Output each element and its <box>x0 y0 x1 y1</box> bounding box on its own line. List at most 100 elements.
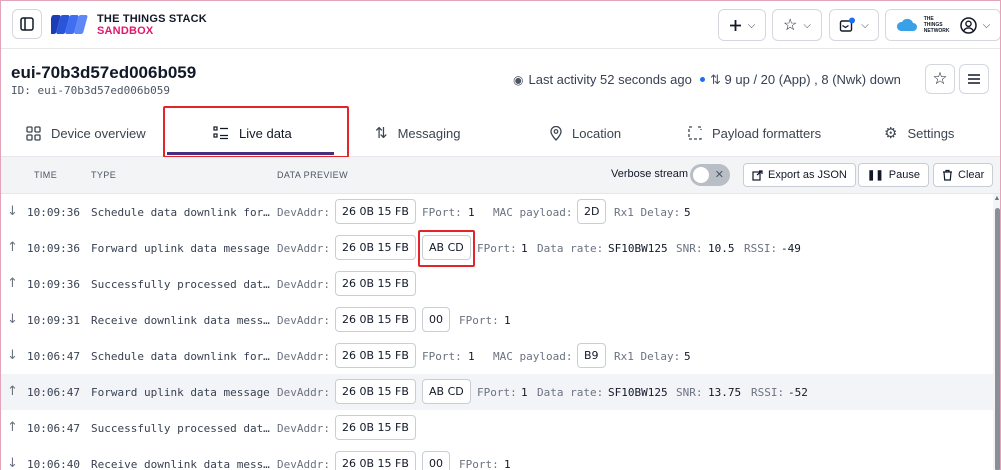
rssi-value: -52 <box>788 386 808 399</box>
tab-label: Settings <box>907 125 955 141</box>
event-type: Forward uplink data message <box>91 242 270 255</box>
table-row[interactable]: ↓ 10:06:40 Receive downlink data mess… D… <box>1 446 994 470</box>
up-down-icon: ⇅ <box>375 125 388 142</box>
scroll-up-arrow-icon[interactable]: ▲ <box>993 195 1000 202</box>
devaddr-value: 26 0B 15 FB <box>335 271 416 296</box>
table-row[interactable]: ↑ 10:09:36 Forward uplink data message D… <box>1 230 994 266</box>
event-time: 10:09:31 <box>27 314 80 327</box>
tab-location[interactable]: Location <box>550 109 621 157</box>
payload-value: 00 <box>422 307 450 332</box>
devaddr-label: DevAddr: <box>277 458 330 470</box>
devaddr-label: DevAddr: <box>277 386 330 399</box>
user-icon <box>959 16 977 34</box>
last-activity-text: Last activity 52 seconds ago <box>528 72 692 87</box>
verbose-stream-toggle[interactable]: ✕ <box>690 164 730 186</box>
payload-value: 00 <box>422 451 450 470</box>
data-rate-value: SF10BW125 <box>608 386 668 399</box>
clear-label: Clear <box>958 169 985 181</box>
data-rate-value: SF10BW125 <box>608 242 668 255</box>
fport-value: 1 <box>468 206 475 219</box>
devaddr-value: 26 0B 15 FB <box>335 235 416 260</box>
message-counts: ⇅ 9 up / 20 (App) , 8 (Nwk) down <box>710 72 901 88</box>
table-row[interactable]: ↓ 10:09:36 Schedule data downlink for… D… <box>1 194 994 230</box>
verbose-stream-label: Verbose stream <box>611 168 689 180</box>
arrow-up-icon: ↑ <box>7 420 18 435</box>
sidebar-toggle-button[interactable] <box>12 9 42 39</box>
bookmarks-dropdown-button[interactable]: ☆ ⌵ <box>772 9 822 41</box>
table-row[interactable]: ↓ 10:09:31 Receive downlink data mess… D… <box>1 302 994 338</box>
arrow-up-icon: ↑ <box>7 384 18 399</box>
table-row[interactable]: ↑ 10:09:36 Successfully processed dat… D… <box>1 266 994 302</box>
star-icon: ☆ <box>783 17 798 34</box>
rx1-delay-label: Rx1 Delay: <box>614 206 681 219</box>
event-type: Receive downlink data mess… <box>91 314 270 327</box>
notifications-icon <box>840 17 856 32</box>
rx1-delay-label: Rx1 Delay: <box>614 350 681 363</box>
rx1-delay-value: 5 <box>684 350 691 363</box>
devaddr-label: DevAddr: <box>277 206 330 219</box>
table-row[interactable]: ↑ 10:06:47 Successfully processed dat… D… <box>1 410 994 446</box>
event-time: 10:06:47 <box>27 386 80 399</box>
arrow-down-icon: ↓ <box>7 312 18 327</box>
code-bracket-icon <box>688 126 702 140</box>
fport-label: FPort: <box>459 458 499 470</box>
scrollbar-thumb[interactable] <box>995 208 1000 470</box>
arrow-down-icon: ↓ <box>7 456 18 470</box>
arrow-up-icon: ↑ <box>7 276 18 291</box>
fport-label: FPort: <box>459 314 499 327</box>
pause-button[interactable]: ❚❚ Pause <box>858 163 929 187</box>
data-rate-label: Data rate: <box>537 386 604 399</box>
mac-payload-value: 2D <box>577 199 607 224</box>
devaddr-label: DevAddr: <box>277 422 330 435</box>
event-type: Successfully processed dat… <box>91 422 270 435</box>
highlight-box-live-data-tab <box>163 106 349 158</box>
device-tabs: Device overview Live data ⇅ Messaging Lo… <box>1 109 1000 157</box>
arrow-up-icon: ↑ <box>7 240 18 255</box>
cloud-icon <box>896 18 917 31</box>
column-header-data-preview: DATA PREVIEW <box>277 170 348 180</box>
devaddr-label: DevAddr: <box>277 278 330 291</box>
event-time: 10:06:47 <box>27 422 80 435</box>
devaddr-value: 26 0B 15 FB <box>335 451 416 470</box>
tab-device-overview[interactable]: Device overview <box>26 109 146 157</box>
add-dropdown-button[interactable]: ⌵ <box>718 9 766 41</box>
fport-label: FPort: <box>477 386 517 399</box>
devaddr-value: 26 0B 15 FB <box>335 415 416 440</box>
fport-label: FPort: <box>477 242 517 255</box>
snr-value: 13.75 <box>708 386 742 399</box>
export-json-button[interactable]: Export as JSON <box>743 163 856 187</box>
highlight-box-payload <box>418 230 475 267</box>
star-icon: ☆ <box>932 69 948 88</box>
event-type: Forward uplink data message <box>91 386 270 399</box>
tab-label: Payload formatters <box>712 125 822 141</box>
star-device-button[interactable]: ☆ <box>925 64 955 94</box>
gear-icon: ⚙ <box>884 125 898 142</box>
device-menu-button[interactable] <box>959 64 989 94</box>
devaddr-label: DevAddr: <box>277 314 330 327</box>
table-row[interactable]: ↓ 10:06:47 Schedule data downlink for… D… <box>1 338 994 374</box>
rssi-value: -49 <box>781 242 801 255</box>
message-counts-text: 9 up / 20 (App) , 8 (Nwk) down <box>724 72 901 87</box>
tab-label: Device overview <box>51 125 146 141</box>
devaddr-label: DevAddr: <box>277 242 330 255</box>
account-dropdown-button[interactable]: THE THINGS NETWORK ⌵ <box>885 9 1000 41</box>
tab-messaging[interactable]: ⇅ Messaging <box>375 109 460 157</box>
rssi-label: RSSI: <box>744 242 778 255</box>
arrow-down-icon: ↓ <box>7 204 18 219</box>
location-pin-icon <box>550 125 562 141</box>
last-activity: ◉ Last activity 52 seconds ago <box>513 72 705 87</box>
menu-icon <box>968 74 980 84</box>
notifications-dropdown-button[interactable]: ⌵ <box>829 9 879 41</box>
column-header-type: TYPE <box>91 170 117 180</box>
snr-label: SNR: <box>676 242 703 255</box>
live-data-table-header: TIME TYPE DATA PREVIEW Verbose stream ✕ … <box>1 157 1000 194</box>
payload-value: AB CD <box>422 379 471 404</box>
tab-payload-formatters[interactable]: Payload formatters <box>688 109 821 157</box>
chevron-down-icon: ⌵ <box>747 19 756 31</box>
tab-settings[interactable]: ⚙ Settings <box>884 109 954 157</box>
pause-label: Pause <box>888 169 920 181</box>
table-row[interactable]: ↑ 10:06:47 Forward uplink data message D… <box>1 374 994 410</box>
clear-button[interactable]: Clear <box>933 163 994 187</box>
device-title: eui-70b3d57ed006b059 <box>11 63 197 82</box>
fport-label: FPort: <box>422 350 462 363</box>
